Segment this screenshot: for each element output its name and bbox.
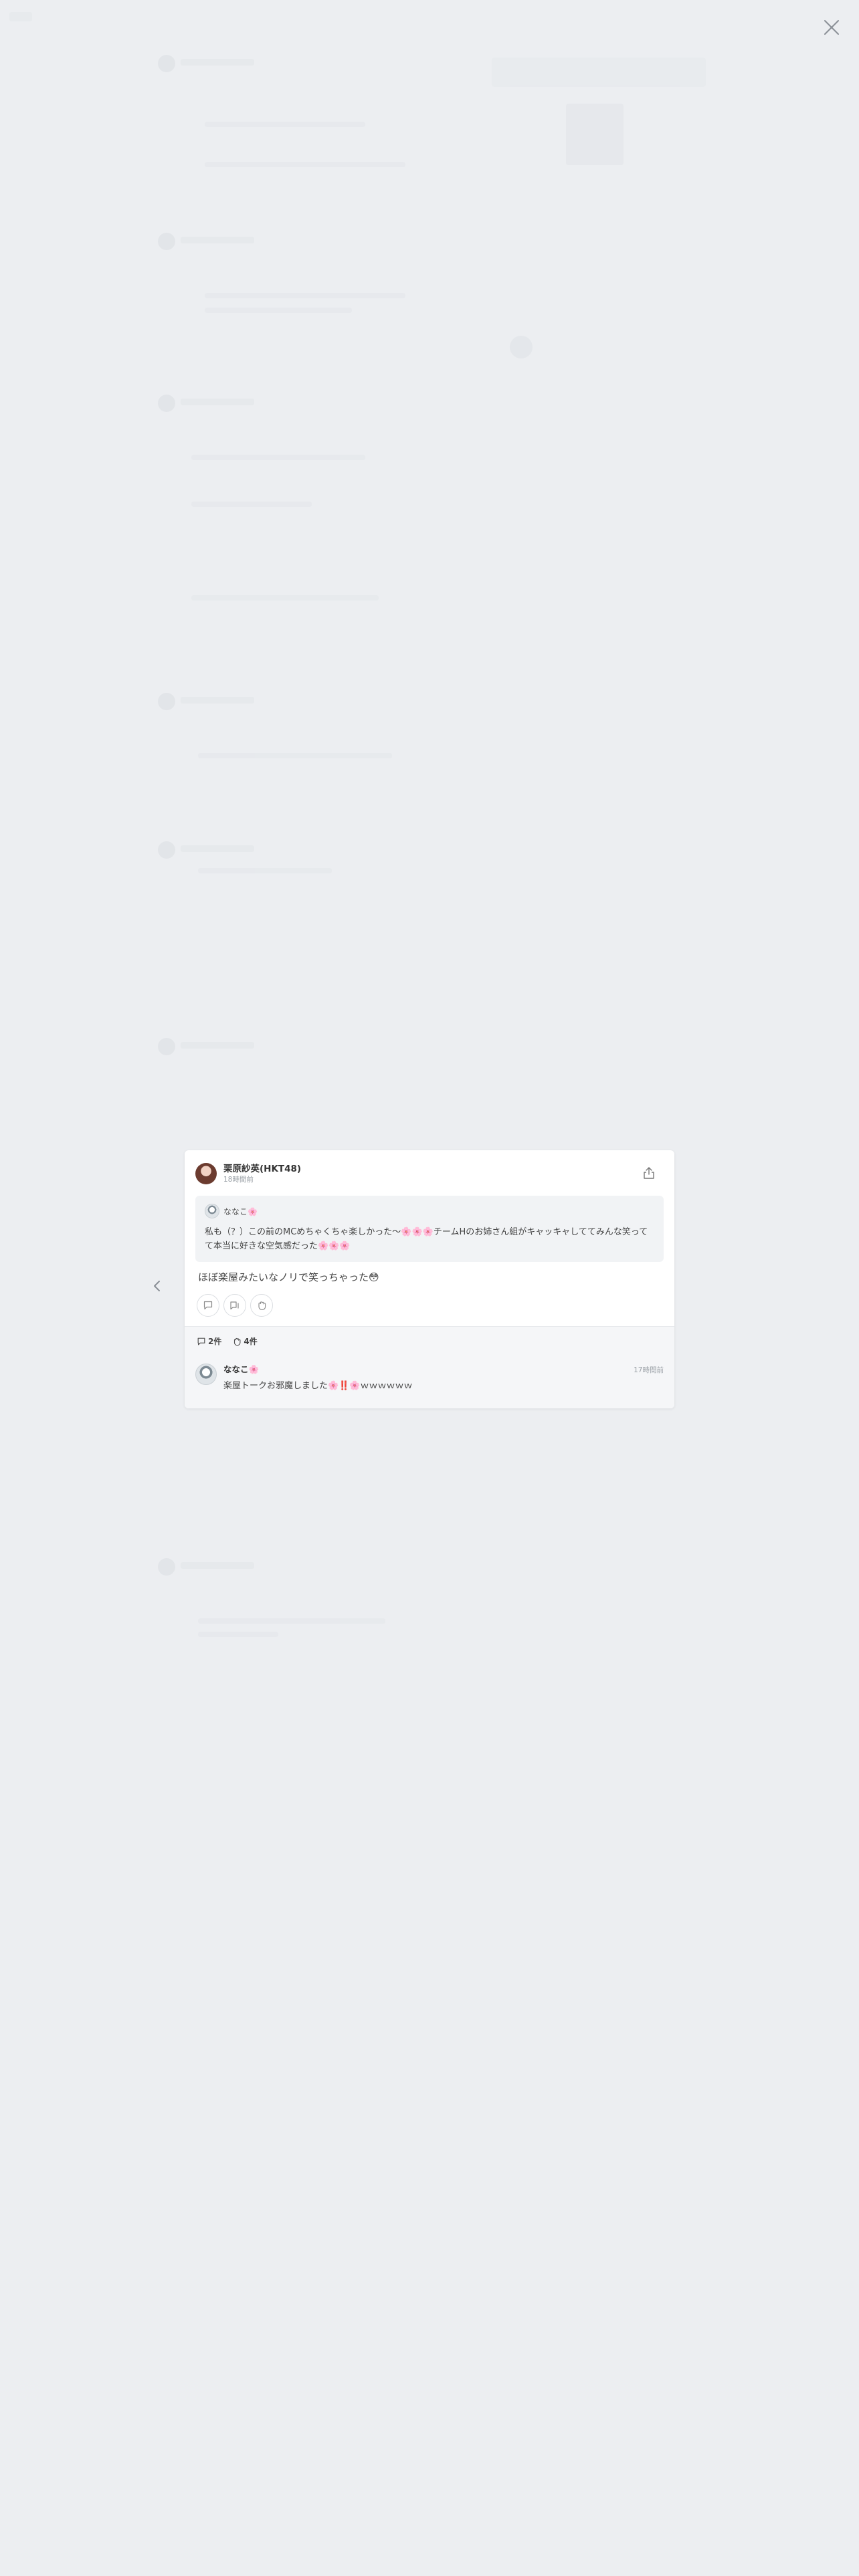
close-button[interactable] — [820, 16, 843, 39]
like-count-label: 4件 — [244, 1337, 258, 1346]
sidebar-avatar — [510, 336, 533, 358]
quoted-post[interactable]: ななこ🌸 私も（？）この前のMCめちゃくちゃ楽しかった〜🌸🌸🌸チームHのお姉さん… — [195, 1196, 664, 1262]
post-actions — [195, 1294, 664, 1317]
post-stats: 2件 4件 — [185, 1326, 674, 1356]
comment-text: 楽屋トークお邪魔しました🌸‼️🌸ｗｗｗｗｗｗ — [223, 1381, 413, 1391]
post: 栗原紗英(HKT48) 18時間前 ななこ🌸 私も（？）この前のMCめちゃくちゃ… — [185, 1150, 674, 1326]
sidebar-image — [566, 104, 624, 165]
comment-item: ななこ🌸 楽屋トークお邪魔しました🌸‼️🌸ｗｗｗｗｗｗ 17時間前 — [195, 1364, 664, 1392]
chevron-left-icon — [154, 1281, 160, 1291]
comment-list: ななこ🌸 楽屋トークお邪魔しました🌸‼️🌸ｗｗｗｗｗｗ 17時間前 — [185, 1356, 674, 1408]
author-avatar[interactable] — [195, 1163, 217, 1184]
post-header: 栗原紗英(HKT48) 18時間前 — [195, 1161, 664, 1186]
quoted-author-name: ななこ🌸 — [223, 1206, 258, 1216]
quoted-post-text: 私も（？）この前のMCめちゃくちゃ楽しかった〜🌸🌸🌸チームHのお姉さん組がキャッ… — [205, 1227, 648, 1251]
comment-count-label: 2件 — [208, 1337, 222, 1346]
comment-count[interactable]: 2件 — [197, 1335, 221, 1347]
post-modal: 栗原紗英(HKT48) 18時間前 ななこ🌸 私も（？）この前のMCめちゃくちゃ… — [185, 1150, 674, 1408]
like-count[interactable]: 4件 — [232, 1335, 258, 1347]
share-icon — [644, 1167, 654, 1179]
quote-button[interactable] — [223, 1294, 246, 1317]
close-icon — [824, 20, 839, 35]
site-logo — [9, 12, 32, 21]
quoted-post-header: ななこ🌸 — [205, 1204, 654, 1218]
like-button[interactable] — [250, 1294, 273, 1317]
previous-button[interactable] — [149, 1277, 166, 1295]
hand-clap-icon — [234, 1337, 241, 1346]
author-name[interactable]: 栗原紗英(HKT48) — [223, 1164, 301, 1175]
post-time: 18時間前 — [223, 1175, 254, 1184]
share-button[interactable] — [640, 1164, 658, 1182]
comment-content: ななこ🌸 楽屋トークお邪魔しました🌸‼️🌸ｗｗｗｗｗｗ — [223, 1364, 413, 1392]
comment-icon — [197, 1337, 205, 1345]
quote-icon — [230, 1301, 239, 1310]
comment-time: 17時間前 — [634, 1366, 664, 1374]
comment-button[interactable] — [197, 1294, 219, 1317]
hand-clap-icon — [258, 1301, 266, 1311]
quoted-author-avatar — [205, 1204, 219, 1218]
comment-icon — [203, 1301, 213, 1310]
post-body: ほぼ楽屋みたいなノリで笑っちゃった😳 — [198, 1271, 379, 1283]
sidebar-panel — [492, 58, 706, 87]
commenter-name[interactable]: ななこ🌸 — [223, 1364, 413, 1376]
author-block: 栗原紗英(HKT48) 18時間前 — [223, 1164, 301, 1184]
commenter-avatar[interactable] — [195, 1364, 217, 1385]
